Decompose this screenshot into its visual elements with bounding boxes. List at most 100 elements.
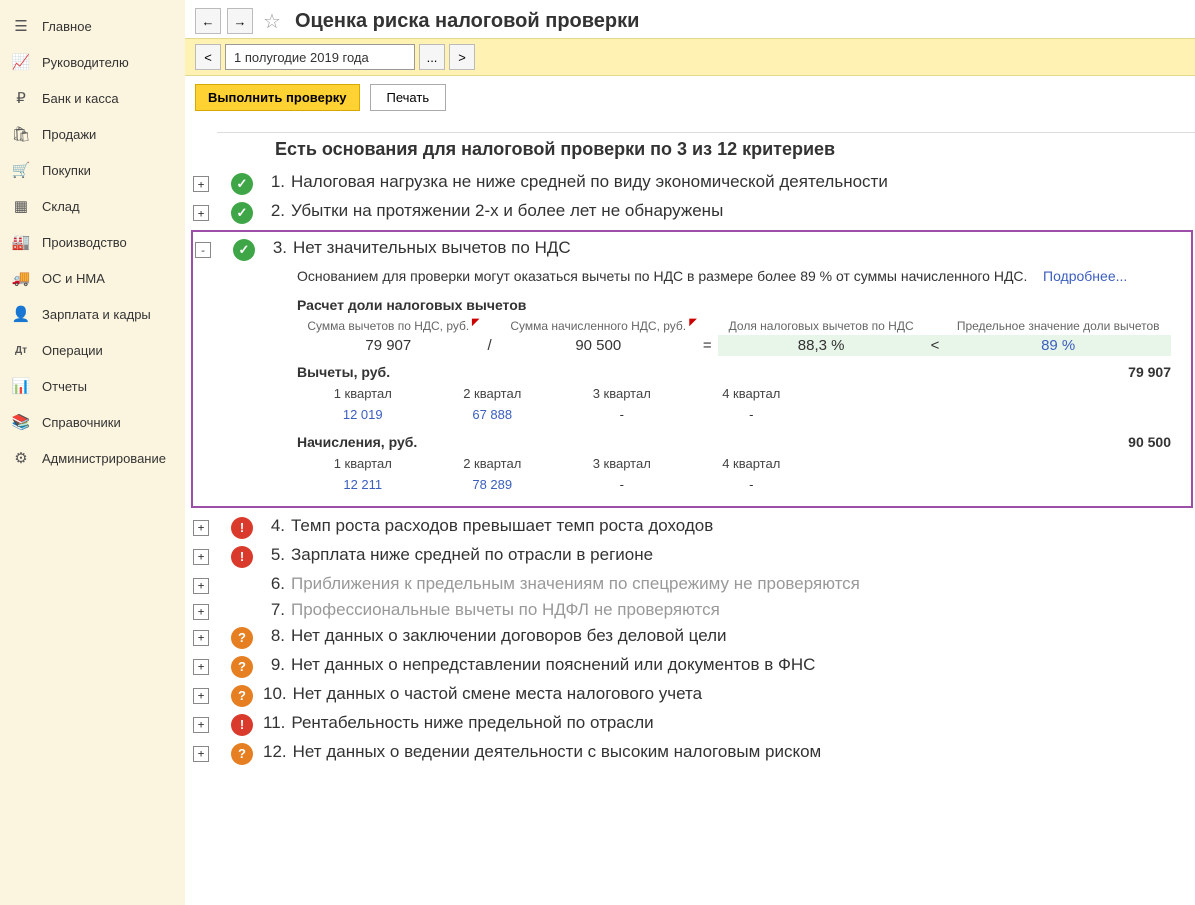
status-err-icon: ! bbox=[231, 517, 253, 539]
sidebar-item-reports[interactable]: 📊Отчеты bbox=[0, 368, 185, 404]
status-ok-icon: ✓ bbox=[233, 239, 255, 261]
grid-icon: ▦ bbox=[12, 197, 30, 215]
item-number: 7. bbox=[263, 600, 285, 620]
expand-toggle[interactable]: - bbox=[195, 242, 211, 258]
status-warn-icon: ? bbox=[231, 685, 253, 707]
calc-op: / bbox=[480, 335, 500, 356]
item-title: Нет данных о непредставлении пояснений и… bbox=[291, 655, 815, 675]
item-number: 2. bbox=[263, 201, 285, 221]
item-number: 10. bbox=[263, 684, 287, 704]
sidebar-item-bank[interactable]: ₽Банк и касса bbox=[0, 80, 185, 116]
item-number: 1. bbox=[263, 172, 285, 192]
criteria-row: + ! 4. Темп роста расходов превышает тем… bbox=[191, 516, 1195, 539]
calc-table: Сумма вычетов по НДС, руб.◤ Сумма начисл… bbox=[297, 317, 1171, 356]
sidebar-item-manager[interactable]: 📈Руководителю bbox=[0, 44, 185, 80]
page-title: Оценка риска налоговой проверки bbox=[295, 10, 640, 33]
expand-toggle[interactable]: + bbox=[193, 176, 209, 192]
sidebar-item-label: Зарплата и кадры bbox=[42, 307, 151, 322]
content: Есть основания для налоговой проверки по… bbox=[185, 119, 1195, 905]
sidebar-item-catalogs[interactable]: 📚Справочники bbox=[0, 404, 185, 440]
sidebar-item-sales[interactable]: 🛍Продажи bbox=[0, 116, 185, 152]
q-value[interactable]: 12 211 bbox=[299, 475, 427, 494]
item-title: Нет значительных вычетов по НДС bbox=[293, 238, 571, 258]
truck-icon: 🚚 bbox=[12, 269, 30, 287]
sidebar-item-label: Отчеты bbox=[42, 379, 87, 394]
expand-toggle[interactable]: + bbox=[193, 205, 209, 221]
sidebar-item-label: Администрирование bbox=[42, 451, 166, 466]
expand-toggle[interactable]: + bbox=[193, 520, 209, 536]
q-value: - bbox=[688, 405, 816, 424]
q-label: 1 квартал bbox=[299, 384, 427, 403]
sidebar-item-label: Руководителю bbox=[42, 55, 129, 70]
period-picker-button[interactable]: ... bbox=[419, 44, 445, 70]
sidebar-item-hr[interactable]: 👤Зарплата и кадры bbox=[0, 296, 185, 332]
expand-toggle[interactable]: + bbox=[193, 717, 209, 733]
deductions-table: 1 квартал 2 квартал 3 квартал 4 квартал … bbox=[297, 382, 817, 426]
item-number: 6. bbox=[263, 574, 285, 594]
item-title: Приближения к предельным значениям по сп… bbox=[291, 574, 860, 594]
menu-icon: ☰ bbox=[12, 17, 30, 35]
item-number: 11. bbox=[263, 713, 285, 733]
expand-toggle[interactable]: + bbox=[193, 578, 209, 594]
q-value: - bbox=[688, 475, 816, 494]
sidebar-item-production[interactable]: 🏭 Производство bbox=[0, 224, 185, 260]
period-input[interactable]: 1 полугодие 2019 года bbox=[225, 44, 415, 70]
period-prev-button[interactable]: < bbox=[195, 44, 221, 70]
status-ok-icon: ✓ bbox=[231, 202, 253, 224]
expand-toggle[interactable]: + bbox=[193, 630, 209, 646]
sidebar-item-label: Главное bbox=[42, 19, 92, 34]
calc-limit[interactable]: 89 % bbox=[945, 335, 1171, 356]
criteria-row: + 6. Приближения к предельным значениям … bbox=[191, 574, 1195, 594]
calc-header: Сумма вычетов по НДС, руб.◤ bbox=[297, 317, 480, 335]
sidebar-item-label: Операции bbox=[42, 343, 103, 358]
more-link[interactable]: Подробнее... bbox=[1043, 268, 1127, 284]
expand-toggle[interactable]: + bbox=[193, 659, 209, 675]
gear-icon: ⚙ bbox=[12, 449, 30, 467]
item-title: Темп роста расходов превышает темп роста… bbox=[291, 516, 713, 536]
expand-toggle[interactable]: + bbox=[193, 549, 209, 565]
nav-forward-button[interactable]: → bbox=[227, 8, 253, 34]
item-number: 4. bbox=[263, 516, 285, 536]
favorite-star-icon[interactable]: ☆ bbox=[263, 9, 281, 34]
q-label: 2 квартал bbox=[429, 384, 557, 403]
sidebar-item-purchases[interactable]: 🛒Покупки bbox=[0, 152, 185, 188]
period-next-button[interactable]: > bbox=[449, 44, 475, 70]
item-title: Нет данных о частой смене места налогово… bbox=[293, 684, 702, 704]
sidebar-item-label: Производство bbox=[42, 235, 127, 250]
item-number: 8. bbox=[263, 626, 285, 646]
q-value[interactable]: 67 888 bbox=[429, 405, 557, 424]
criteria-row: + ✓ 2. Убытки на протяжении 2-х и более … bbox=[191, 201, 1195, 224]
item-title: Убытки на протяжении 2-х и более лет не … bbox=[291, 201, 723, 221]
period-bar: < 1 полугодие 2019 года ... > bbox=[185, 38, 1195, 76]
calc-header: Предельное значение доли вычетов bbox=[945, 317, 1171, 335]
detail-text: Основанием для проверки могут оказаться … bbox=[297, 267, 1171, 287]
red-marker-icon: ◤ bbox=[689, 317, 697, 328]
item-title: Нет данных о ведении деятельности с высо… bbox=[293, 742, 822, 762]
highlighted-criteria: - ✓ 3. Нет значительных вычетов по НДС О… bbox=[191, 230, 1193, 508]
expand-toggle[interactable]: + bbox=[193, 604, 209, 620]
factory-icon: 🏭 bbox=[12, 233, 30, 251]
nav-back-button[interactable]: ← bbox=[195, 8, 221, 34]
item-number: 12. bbox=[263, 742, 287, 762]
red-marker-icon: ◤ bbox=[472, 317, 480, 328]
q-value[interactable]: 12 019 bbox=[299, 405, 427, 424]
sidebar-item-operations[interactable]: Дт Операции bbox=[0, 332, 185, 368]
sidebar-item-admin[interactable]: ⚙ Администрирование bbox=[0, 440, 185, 476]
sidebar-item-main[interactable]: ☰ Главное bbox=[0, 8, 185, 44]
expand-toggle[interactable]: + bbox=[193, 688, 209, 704]
sidebar-item-stock[interactable]: ▦Склад bbox=[0, 188, 185, 224]
sidebar: ☰ Главное 📈Руководителю ₽Банк и касса 🛍Пр… bbox=[0, 0, 185, 905]
criteria-row: + ? 8. Нет данных о заключении договоров… bbox=[191, 626, 1195, 649]
print-button[interactable]: Печать bbox=[370, 84, 447, 111]
criteria-row: + 7. Профессиональные вычеты по НДФЛ не … bbox=[191, 600, 1195, 620]
item-title: Нет данных о заключении договоров без де… bbox=[291, 626, 727, 646]
expand-toggle[interactable]: + bbox=[193, 746, 209, 762]
q-label: 4 квартал bbox=[688, 454, 816, 473]
item-number: 9. bbox=[263, 655, 285, 675]
deductions-header: Вычеты, руб. 79 907 bbox=[297, 364, 1171, 380]
run-check-button[interactable]: Выполнить проверку bbox=[195, 84, 360, 111]
dt-icon: Дт bbox=[12, 341, 30, 359]
sidebar-item-assets[interactable]: 🚚ОС и НМА bbox=[0, 260, 185, 296]
q-value[interactable]: 78 289 bbox=[429, 475, 557, 494]
books-icon: 📚 bbox=[12, 413, 30, 431]
